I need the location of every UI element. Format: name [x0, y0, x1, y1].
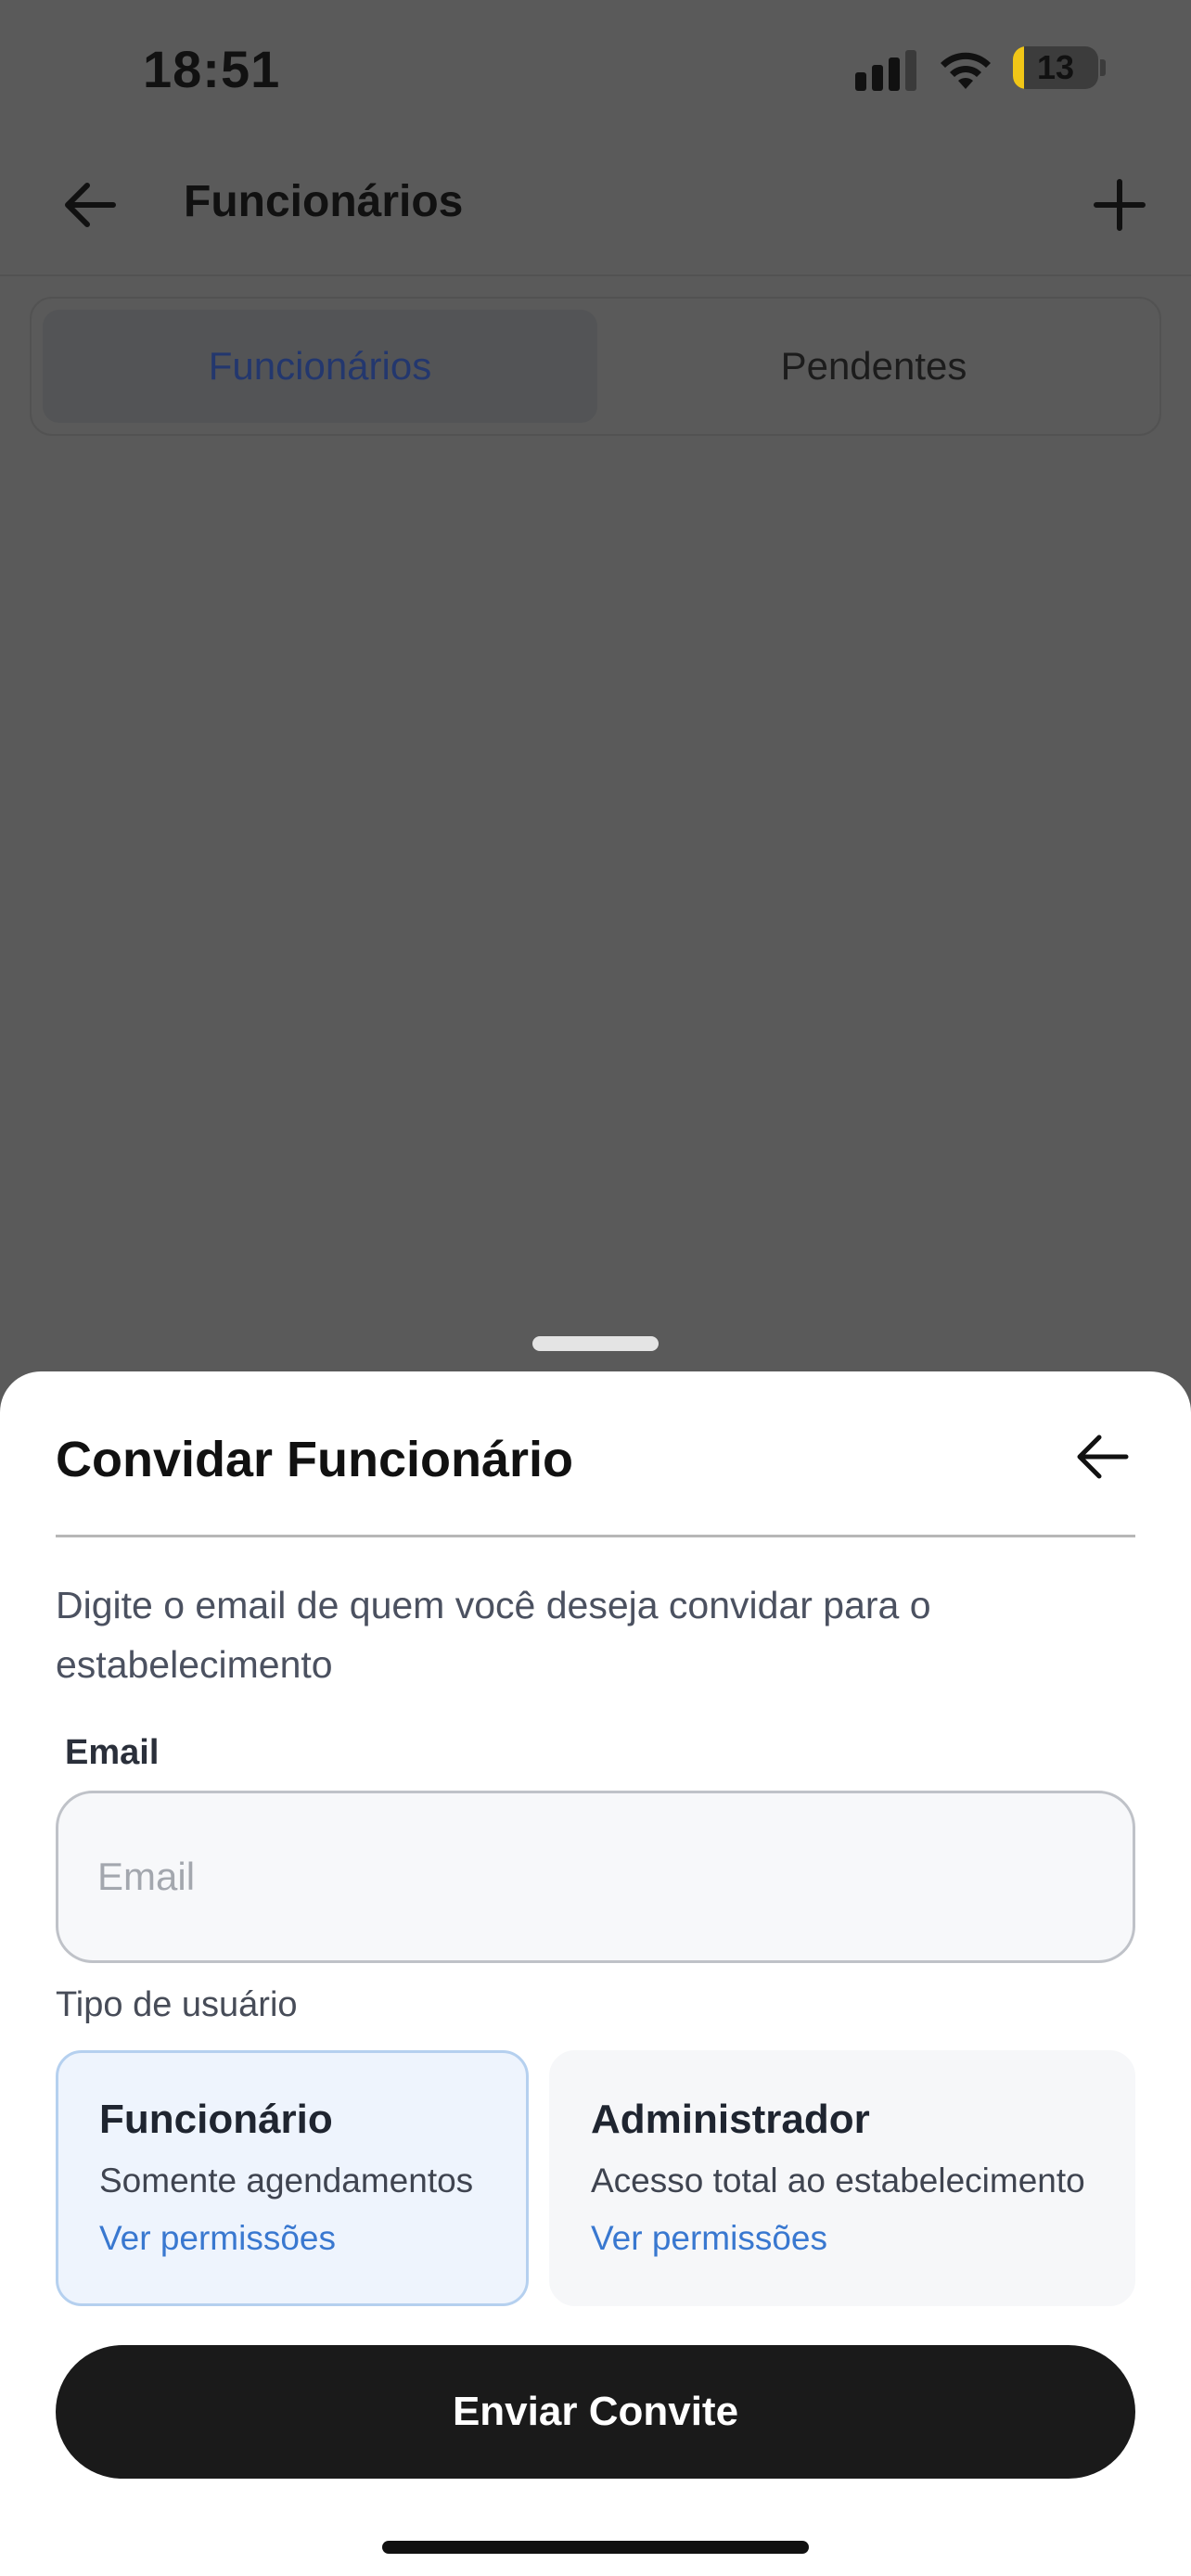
- invite-sheet: Convidar Funcionário Digite o email de q…: [0, 1371, 1191, 2576]
- divider: [56, 1535, 1135, 1537]
- role-title: Funcionário: [99, 2097, 333, 2142]
- view-permissions-link[interactable]: Ver permissões: [591, 2216, 1133, 2261]
- view-permissions-link[interactable]: Ver permissões: [99, 2216, 526, 2261]
- role-title: Administrador: [591, 2097, 870, 2142]
- plus-icon[interactable]: [1091, 176, 1148, 234]
- battery-tip: [1100, 59, 1106, 76]
- app-header: Funcionários: [0, 139, 1191, 276]
- sheet-grabber[interactable]: [532, 1336, 659, 1351]
- segmented-control: Funcionários Pendentes: [30, 297, 1161, 436]
- role-card-funcionario[interactable]: Funcionário Somente agendamentos Ver per…: [56, 2050, 529, 2306]
- send-invite-button[interactable]: Enviar Convite: [56, 2345, 1135, 2479]
- sheet-description: Digite o email de quem você deseja convi…: [56, 1584, 931, 1686]
- role-description: Somente agendamentos: [99, 2162, 474, 2200]
- tab-pendentes[interactable]: Pendentes: [597, 310, 1150, 423]
- status-bar: 18:51 13: [0, 0, 1191, 139]
- tab-funcionarios[interactable]: Funcionários: [43, 310, 597, 423]
- back-arrow-icon[interactable]: [1072, 1427, 1132, 1486]
- user-type-label: Tipo de usuário: [56, 1985, 298, 2024]
- page-title: Funcionários: [184, 177, 464, 226]
- status-time: 18:51: [143, 40, 281, 98]
- email-field[interactable]: [56, 1791, 1135, 1963]
- back-arrow-icon[interactable]: [61, 176, 119, 234]
- wifi-icon: [941, 52, 991, 89]
- signal-icon: [855, 50, 918, 91]
- battery-icon: 13: [1013, 46, 1098, 89]
- home-indicator: [382, 2541, 809, 2554]
- role-description: Acesso total ao estabelecimento: [591, 2162, 1085, 2200]
- email-label: Email: [65, 1733, 160, 1772]
- role-card-administrador[interactable]: Administrador Acesso total ao estabeleci…: [549, 2050, 1135, 2306]
- sheet-title: Convidar Funcionário: [56, 1432, 574, 1487]
- battery-level: 13: [1036, 48, 1075, 86]
